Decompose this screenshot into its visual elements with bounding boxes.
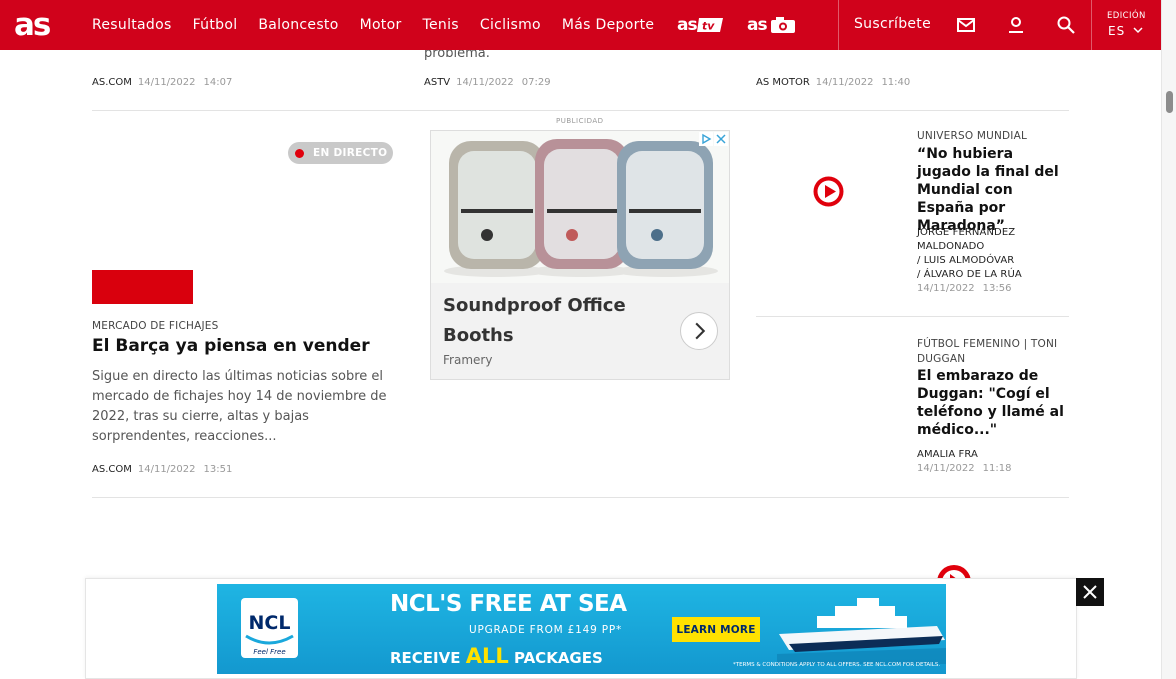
- article-meta: AS.COM 14/11/2022 14:07: [92, 77, 232, 88]
- ncl-banner-ad[interactable]: NCL Feel Free NCL'S FREE AT SEA UPGRADE …: [217, 584, 946, 674]
- search-icon[interactable]: [1056, 15, 1076, 35]
- article-author[interactable]: / ÁLVARO DE LA RÚA: [917, 268, 1022, 282]
- article-time: 13:51: [203, 464, 233, 475]
- edition-selector[interactable]: ES: [1108, 24, 1125, 38]
- nav-item-baloncesto[interactable]: Baloncesto: [258, 17, 338, 33]
- article-headline[interactable]: El Barça ya piensa en vender: [92, 336, 370, 356]
- user-icon[interactable]: [1006, 15, 1026, 35]
- live-badge-label: EN DIRECTO: [313, 147, 388, 159]
- svg-text:as: as: [14, 9, 50, 41]
- main-nav: Resultados Fútbol Baloncesto Motor Tenis…: [92, 0, 797, 50]
- nav-item-futbol[interactable]: Fútbol: [193, 17, 238, 33]
- article-meta: AS.COM 14/11/2022 13:51: [92, 464, 232, 475]
- svg-text:Feel Free: Feel Free: [253, 648, 285, 656]
- svg-text:as: as: [677, 15, 697, 35]
- article-headline[interactable]: El embarazo de Duggan: "Cogí el teléfono…: [917, 367, 1067, 439]
- live-badge: EN DIRECTO: [288, 142, 393, 164]
- article-kicker[interactable]: FÚTBOL FEMENINO | TONI DUGGAN: [917, 337, 1067, 367]
- article-time: 13:56: [982, 283, 1012, 294]
- article-meta: 14/11/2022 11:18: [917, 463, 1019, 474]
- nav-item-tenis[interactable]: Tenis: [423, 17, 459, 33]
- ncl-learn-more-button[interactable]: LEARN MORE: [672, 617, 760, 642]
- ncl-logo: NCL Feel Free: [241, 598, 298, 658]
- article-source[interactable]: AS MOTOR: [756, 77, 810, 88]
- article-date: 14/11/2022: [917, 283, 975, 294]
- as-tv-logo: as tv: [677, 15, 724, 35]
- story-divider: [756, 316, 1069, 317]
- article-source[interactable]: AS.COM: [92, 464, 132, 475]
- article-kicker[interactable]: UNIVERSO MUNDIAL: [917, 130, 1027, 142]
- sticky-bottom-ad: NCL Feel Free NCL'S FREE AT SEA UPGRADE …: [85, 578, 1077, 679]
- article-meta: ASTV 14/11/2022 07:29: [424, 77, 551, 88]
- nav-item-mas-deporte[interactable]: Más Deporte: [562, 17, 654, 33]
- as-tv-link[interactable]: as tv: [677, 15, 725, 35]
- article-meta: 14/11/2022 13:56: [917, 283, 1019, 294]
- close-icon[interactable]: [1076, 578, 1104, 606]
- ncl-headline: NCL'S FREE AT SEA: [390, 591, 627, 617]
- section-divider: [92, 110, 1069, 111]
- adchoices-icon[interactable]: [699, 132, 713, 146]
- cruise-ship-image: [777, 598, 946, 664]
- mail-icon[interactable]: [956, 15, 976, 35]
- article-date: 14/11/2022: [456, 77, 514, 88]
- advertising-label: PUBLICIDAD: [556, 117, 604, 125]
- display-ad[interactable]: Soundproof Office Booths Framery: [430, 130, 730, 380]
- page: as Resultados Fútbol Baloncesto Motor Te…: [0, 0, 1176, 679]
- svg-text:as: as: [747, 15, 767, 35]
- ncl-fine-print: *TERMS & CONDITIONS APPLY TO ALL OFFERS.…: [733, 662, 941, 668]
- top-navigation-bar: as Resultados Fútbol Baloncesto Motor Te…: [0, 0, 1161, 50]
- article-time: 07:29: [521, 77, 551, 88]
- header-divider: [1091, 0, 1092, 50]
- vertical-scrollbar[interactable]: [1161, 0, 1176, 679]
- nav-item-ciclismo[interactable]: Ciclismo: [480, 17, 541, 33]
- article-time: 11:18: [982, 463, 1012, 474]
- article-author[interactable]: JORGE FERNÁNDEZ MALDONADO: [917, 226, 1047, 254]
- as-foto-logo: as: [747, 15, 796, 35]
- section-divider: [92, 497, 1069, 498]
- chevron-down-icon[interactable]: [1133, 26, 1143, 34]
- article-date: 14/11/2022: [917, 463, 975, 474]
- ad-image-booths: [431, 131, 729, 283]
- article-headline[interactable]: “No hubiera jugado la final del Mundial …: [917, 145, 1067, 235]
- live-dot-icon: [295, 148, 304, 158]
- live-red-tag: [92, 270, 193, 304]
- subscribe-link[interactable]: Suscríbete: [854, 16, 931, 32]
- header-divider: [838, 0, 839, 50]
- ad-close-icon[interactable]: [714, 132, 728, 146]
- as-foto-link[interactable]: as: [747, 15, 797, 35]
- play-video-icon[interactable]: [813, 176, 844, 207]
- ad-title[interactable]: Soundproof Office Booths: [443, 291, 663, 351]
- svg-text:tv: tv: [702, 20, 715, 33]
- article-source[interactable]: ASTV: [424, 77, 450, 88]
- edition-label: EDICIÓN: [1107, 11, 1146, 21]
- article-time: 14:07: [203, 77, 233, 88]
- article-date: 14/11/2022: [137, 464, 196, 475]
- as-logo[interactable]: as: [14, 9, 64, 41]
- ncl-subline: UPGRADE FROM £149 PP*: [469, 624, 623, 636]
- article-excerpt: Sigue en directo las últimas noticias so…: [92, 369, 387, 444]
- article-source[interactable]: AS.COM: [92, 77, 132, 88]
- article-author[interactable]: / LUIS ALMODÓVAR: [917, 254, 1014, 268]
- chevron-right-icon[interactable]: [680, 312, 718, 350]
- article-kicker[interactable]: MERCADO DE FICHAJES: [92, 320, 218, 332]
- article-author[interactable]: AMALIA FRA: [917, 448, 978, 462]
- scrollbar-thumb[interactable]: [1166, 91, 1173, 113]
- nav-item-motor[interactable]: Motor: [360, 17, 402, 33]
- svg-text:NCL: NCL: [249, 612, 291, 634]
- ncl-offer-line: RECEIVE ALL PACKAGES: [390, 644, 603, 668]
- ad-advertiser: Framery: [443, 353, 493, 367]
- nav-item-resultados[interactable]: Resultados: [92, 17, 172, 33]
- article-date: 14/11/2022: [137, 77, 196, 88]
- article-date: 14/11/2022: [815, 77, 874, 88]
- article-time: 11:40: [881, 77, 911, 88]
- article-meta: AS MOTOR 14/11/2022 11:40: [756, 77, 910, 88]
